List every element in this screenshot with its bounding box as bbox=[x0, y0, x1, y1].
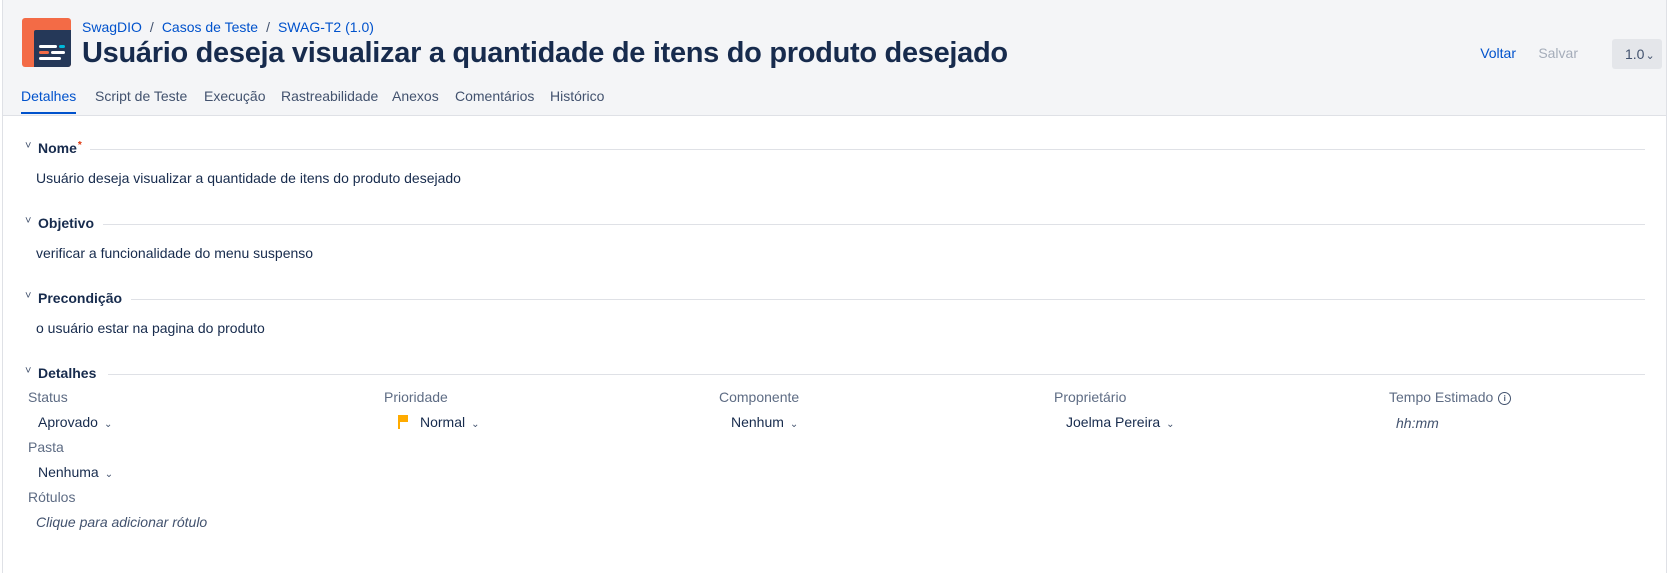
back-button[interactable]: Voltar bbox=[1480, 45, 1516, 61]
status-label: Status bbox=[28, 389, 68, 405]
tab-anexos[interactable]: Anexos bbox=[392, 88, 439, 112]
tab-comentarios[interactable]: Comentários bbox=[455, 88, 534, 112]
chevron-down-icon: ˅ bbox=[25, 365, 32, 377]
chevron-down-icon: ⌄ bbox=[789, 419, 799, 430]
chevron-down-icon: ⌄ bbox=[103, 419, 113, 430]
tab-rastreabilidade[interactable]: Rastreabilidade bbox=[281, 88, 378, 112]
objetivo-value[interactable]: verificar a funcionalidade do menu suspe… bbox=[36, 245, 313, 261]
version-value: 1.0 bbox=[1625, 46, 1645, 62]
chevron-down-icon: ˅ bbox=[25, 290, 32, 302]
tempo-estimado-label-text: Tempo Estimado bbox=[1389, 389, 1494, 405]
pasta-dropdown[interactable]: Nenhuma ⌄ bbox=[38, 464, 113, 480]
pasta-label: Pasta bbox=[28, 439, 64, 455]
chevron-down-icon: ⌄ bbox=[1645, 50, 1655, 62]
page-header: SwagDIO / Casos de Teste / SWAG-T2 (1.0) Usu… bbox=[3, 0, 1666, 116]
section-nome-label: Nome bbox=[38, 140, 77, 156]
divider bbox=[131, 299, 1645, 300]
prioridade-value: Normal bbox=[420, 414, 466, 430]
tempo-estimado-label: Tempo Estimado i bbox=[1389, 389, 1512, 405]
chevron-down-icon: ⌄ bbox=[1166, 419, 1175, 430]
breadcrumb-separator: / bbox=[266, 19, 270, 35]
proprietario-label: Proprietário bbox=[1054, 389, 1127, 405]
tab-detalhes[interactable]: Detalhes bbox=[21, 88, 77, 114]
componente-value: Nenhum bbox=[731, 414, 784, 430]
chevron-down-icon: ˅ bbox=[25, 140, 32, 152]
pasta-value: Nenhuma bbox=[38, 464, 99, 480]
save-button[interactable]: Salvar bbox=[1538, 45, 1578, 61]
add-label-input[interactable]: Clique para adicionar rótulo bbox=[36, 514, 207, 530]
breadcrumb-item-link[interactable]: SWAG-T2 (1.0) bbox=[278, 19, 374, 35]
page-title: Usuário deseja visualizar a quantidade d… bbox=[82, 37, 1008, 69]
flag-icon bbox=[398, 415, 408, 429]
tab-historico[interactable]: Histórico bbox=[550, 88, 604, 112]
section-nome-header[interactable]: ˅ Nome* bbox=[25, 140, 1645, 156]
required-marker: * bbox=[77, 140, 82, 151]
componente-label: Componente bbox=[719, 389, 800, 405]
chevron-down-icon: ⌄ bbox=[104, 469, 114, 480]
info-icon[interactable]: i bbox=[1498, 392, 1512, 405]
divider bbox=[103, 224, 1645, 225]
nome-value[interactable]: Usuário deseja visualizar a quantidade d… bbox=[36, 170, 461, 186]
section-objetivo-header[interactable]: ˅ Objetivo bbox=[25, 215, 1645, 231]
proprietario-dropdown[interactable]: Joelma Pereira ⌄ bbox=[1066, 414, 1175, 430]
section-precondicao-header[interactable]: ˅ Precondição bbox=[25, 290, 1645, 306]
proprietario-value: Joelma Pereira bbox=[1066, 414, 1161, 430]
breadcrumb-project-link[interactable]: SwagDIO bbox=[82, 19, 142, 35]
version-select[interactable]: 1.0⌄ bbox=[1612, 39, 1662, 69]
tab-script-de-teste[interactable]: Script de Teste bbox=[95, 88, 187, 112]
rotulos-label: Rótulos bbox=[28, 489, 76, 505]
tempo-estimado-input[interactable]: hh:mm bbox=[1396, 415, 1439, 431]
divider bbox=[90, 149, 1645, 150]
breadcrumb-section-link[interactable]: Casos de Teste bbox=[162, 19, 258, 35]
section-detalhes-label: Detalhes bbox=[38, 365, 97, 381]
prioridade-label: Prioridade bbox=[384, 389, 448, 405]
breadcrumb-separator: / bbox=[149, 19, 154, 35]
prioridade-dropdown[interactable]: Normal ⌄ bbox=[398, 414, 480, 430]
status-dropdown[interactable]: Aprovado ⌄ bbox=[38, 414, 112, 430]
section-objetivo-label: Objetivo bbox=[38, 215, 95, 231]
status-value: Aprovado bbox=[38, 414, 98, 430]
precondicao-value[interactable]: o usuário estar na pagina do produto bbox=[36, 320, 265, 336]
chevron-down-icon: ˅ bbox=[25, 215, 32, 227]
componente-dropdown[interactable]: Nenhum ⌄ bbox=[731, 414, 798, 430]
project-logo-icon bbox=[22, 18, 71, 67]
section-detalhes-header[interactable]: ˅ Detalhes bbox=[25, 365, 1645, 381]
chevron-down-icon: ⌄ bbox=[471, 419, 480, 430]
breadcrumb: SwagDIO / Casos de Teste / SWAG-T2 (1.0) bbox=[82, 19, 374, 35]
divider bbox=[108, 374, 1645, 375]
tab-execucao[interactable]: Execução bbox=[204, 88, 265, 112]
app-frame: SwagDIO / Casos de Teste / SWAG-T2 (1.0) Usu… bbox=[2, 0, 1667, 573]
section-precondicao-label: Precondição bbox=[38, 290, 123, 306]
